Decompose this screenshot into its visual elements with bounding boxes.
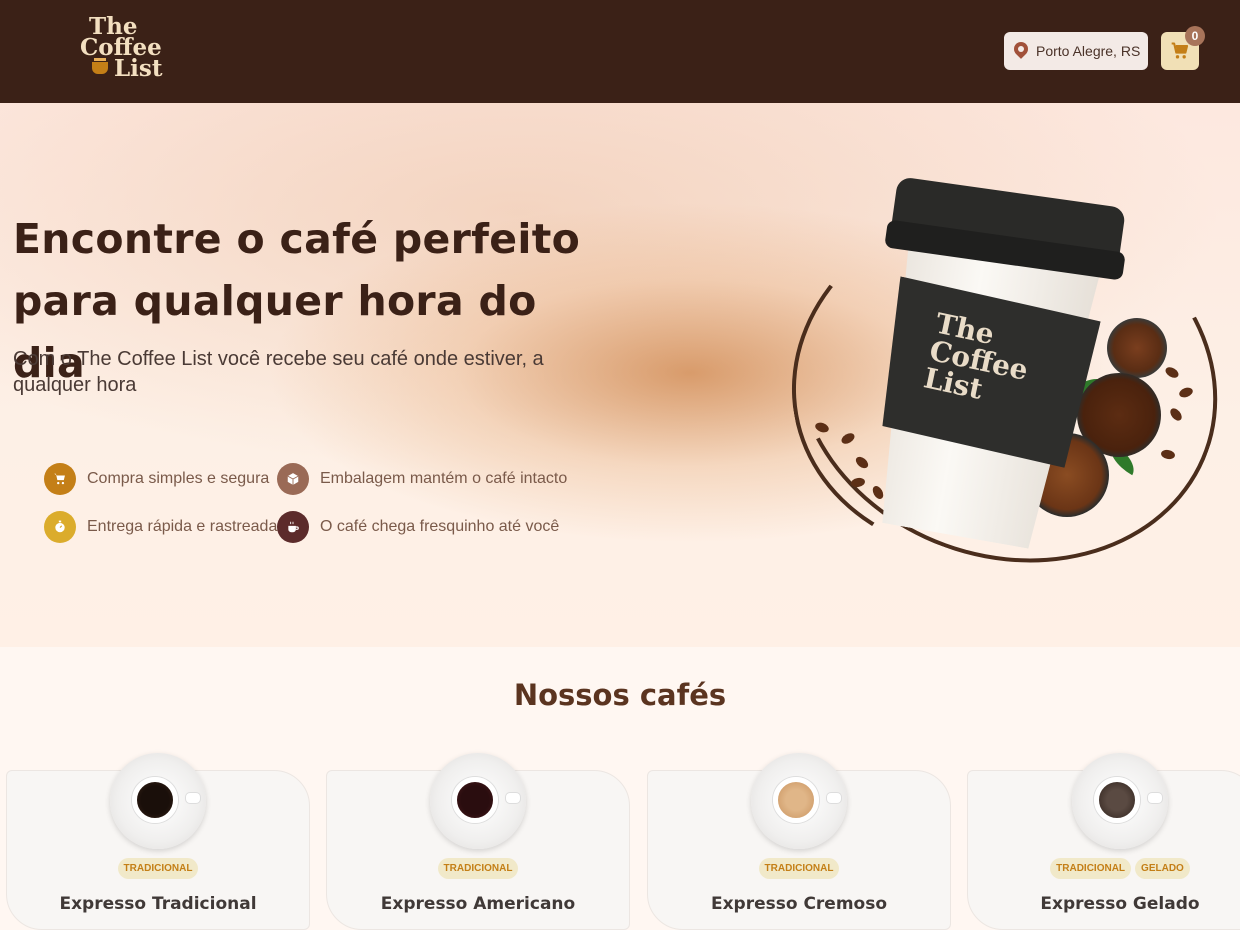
logo-line-3-wrap: List: [80, 55, 163, 82]
feature-item: Entrega rápida e rastreada: [44, 511, 277, 543]
package-icon: [277, 463, 309, 495]
coffee-bowl-icon: [1107, 318, 1167, 378]
product-name: Expresso Americano: [380, 894, 576, 914]
coffee-surface: [452, 777, 498, 823]
coffee-cup-image: [1072, 753, 1168, 849]
product-name: Expresso Tradicional: [59, 894, 257, 914]
hero-coffee-illustration: The Coffee List: [742, 135, 1240, 621]
hero-section: Encontre o café perfeito para qualquer h…: [0, 103, 1240, 647]
products-section-title: Nossos cafés: [513, 678, 727, 712]
product-name: Expresso Cremoso: [710, 894, 888, 914]
feature-label: Compra simples e segura: [87, 470, 270, 487]
cup-handle: [186, 793, 200, 803]
header: The Coffee List Porto Alegre, RS 0: [0, 0, 1240, 103]
product-tag: TRADICIONAL: [117, 858, 199, 879]
coffee-cup-image: [110, 753, 206, 849]
feature-item: O café chega fresquinho até você: [277, 511, 559, 543]
product-card[interactable]: TRADICIONAL Expresso Cremoso: [647, 753, 951, 930]
product-tag: TRADICIONAL: [437, 858, 519, 879]
logo[interactable]: The Coffee List: [80, 15, 163, 82]
hero-subtitle: Com o The Coffee List você recebe seu ca…: [13, 348, 544, 396]
product-tags: TRADICIONAL: [648, 858, 950, 879]
product-name: Expresso Gelado: [1040, 894, 1200, 914]
cup-handle: [827, 793, 841, 803]
product-card[interactable]: TRADICIONAL Expresso Americano: [326, 753, 630, 930]
product-tag: TRADICIONAL: [1050, 858, 1132, 879]
feature-label: Embalagem mantém o café intacto: [320, 470, 568, 487]
coffee-surface: [132, 777, 178, 823]
timer-icon: [44, 511, 76, 543]
product-tag: TRADICIONAL: [758, 858, 840, 879]
coffee-cup-icon: [92, 58, 108, 74]
cart-icon: [1171, 42, 1189, 59]
product-tags: TRADICIONAL GELADO: [968, 858, 1240, 879]
cup-handle: [1148, 793, 1162, 803]
product-tags: TRADICIONAL: [7, 858, 309, 879]
map-pin-icon: [1014, 42, 1028, 60]
cart-count-badge: 0: [1185, 26, 1205, 46]
cart-icon: [44, 463, 76, 495]
feature-item: Compra simples e segura: [44, 463, 269, 495]
coffee-surface: [773, 777, 819, 823]
coffee-cup-image: [751, 753, 847, 849]
feature-label: O café chega fresquinho até você: [320, 518, 560, 535]
product-card[interactable]: TRADICIONAL GELADO Expresso Gelado: [967, 753, 1240, 930]
coffee-surface: [1094, 777, 1140, 823]
product-tags: TRADICIONAL: [327, 858, 629, 879]
cup-handle: [506, 793, 520, 803]
product-card[interactable]: TRADICIONAL Expresso Tradicional: [6, 753, 310, 930]
cup-brand: The Coffee List: [920, 306, 1031, 406]
coffee-cup-image: [430, 753, 526, 849]
product-tag: GELADO: [1135, 858, 1190, 879]
feature-label: Entrega rápida e rastreada: [87, 518, 278, 535]
logo-line-3: List: [114, 55, 163, 82]
location-button[interactable]: Porto Alegre, RS: [1004, 32, 1148, 70]
coffee-icon: [277, 511, 309, 543]
location-label: Porto Alegre, RS: [1036, 43, 1141, 59]
cart-button[interactable]: 0: [1161, 26, 1205, 70]
feature-item: Embalagem mantém o café intacto: [277, 463, 567, 495]
